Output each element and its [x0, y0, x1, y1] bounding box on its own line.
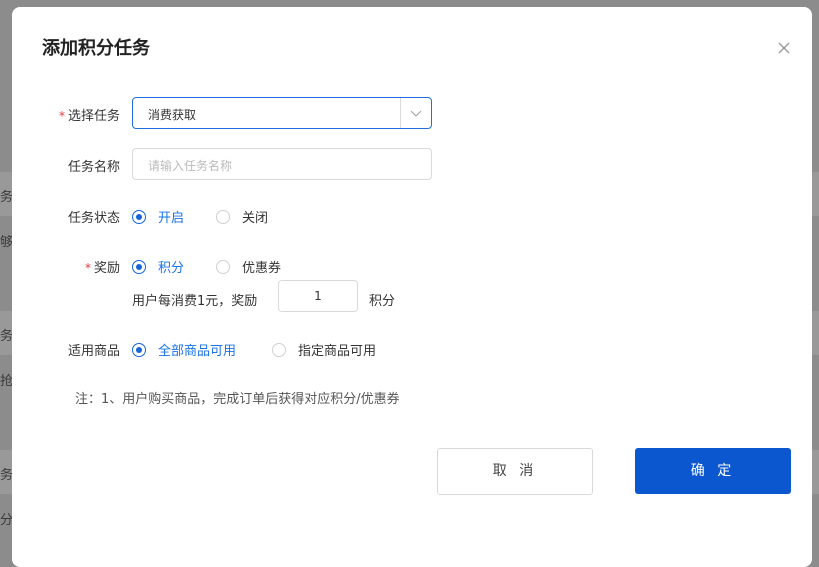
task-name-placeholder: 请输入任务名称 — [148, 159, 233, 173]
reward-amount-input[interactable]: 1 — [278, 280, 358, 312]
task-select-value: 消费获取 — [148, 108, 197, 122]
required-mark: * — [58, 109, 65, 123]
note-text: 注：1、用户购买商品，完成订单后获得对应积分/优惠券 — [75, 392, 400, 407]
chevron-down-icon[interactable] — [400, 98, 431, 128]
required-mark: * — [84, 261, 91, 275]
task-select[interactable]: 消费获取 — [132, 97, 432, 129]
cancel-button[interactable]: 取 消 — [437, 448, 593, 495]
radio-unchecked-icon — [216, 209, 230, 224]
radio-unchecked-icon — [272, 342, 286, 357]
status-closed-radio[interactable]: 关闭 — [216, 207, 268, 226]
status-open-radio[interactable]: 开启 — [132, 207, 184, 226]
goods-all-radio[interactable]: 全部商品可用 — [132, 340, 236, 359]
task-name-label: 任务名称 — [67, 160, 120, 175]
task-status-label: 任务状态 — [67, 211, 120, 226]
reward-unit: 积分 — [369, 294, 396, 309]
radio-checked-icon — [132, 209, 146, 224]
reward-points-radio[interactable]: 积分 — [132, 257, 184, 276]
confirm-button[interactable]: 确 定 — [635, 448, 791, 494]
reward-label: * 奖励 — [84, 261, 120, 276]
radio-checked-icon — [132, 259, 146, 274]
task-select-label: * 选择任务 — [58, 109, 120, 124]
dialog-title: 添加积分任务 — [42, 38, 150, 59]
add-points-task-dialog: 添加积分任务 * 选择任务 消费获取 任务名称 请输入任务名称 任务状态 开启 关… — [12, 7, 812, 567]
radio-unchecked-icon — [216, 259, 230, 274]
close-icon[interactable] — [774, 38, 794, 58]
reward-coupon-radio[interactable]: 优惠券 — [216, 257, 281, 276]
task-name-input[interactable]: 请输入任务名称 — [132, 148, 432, 180]
goods-label: 适用商品 — [67, 344, 120, 359]
reward-rule-text: 用户每消费1元，奖励 — [132, 294, 258, 309]
radio-checked-icon — [132, 342, 146, 357]
goods-specified-radio[interactable]: 指定商品可用 — [272, 340, 376, 359]
